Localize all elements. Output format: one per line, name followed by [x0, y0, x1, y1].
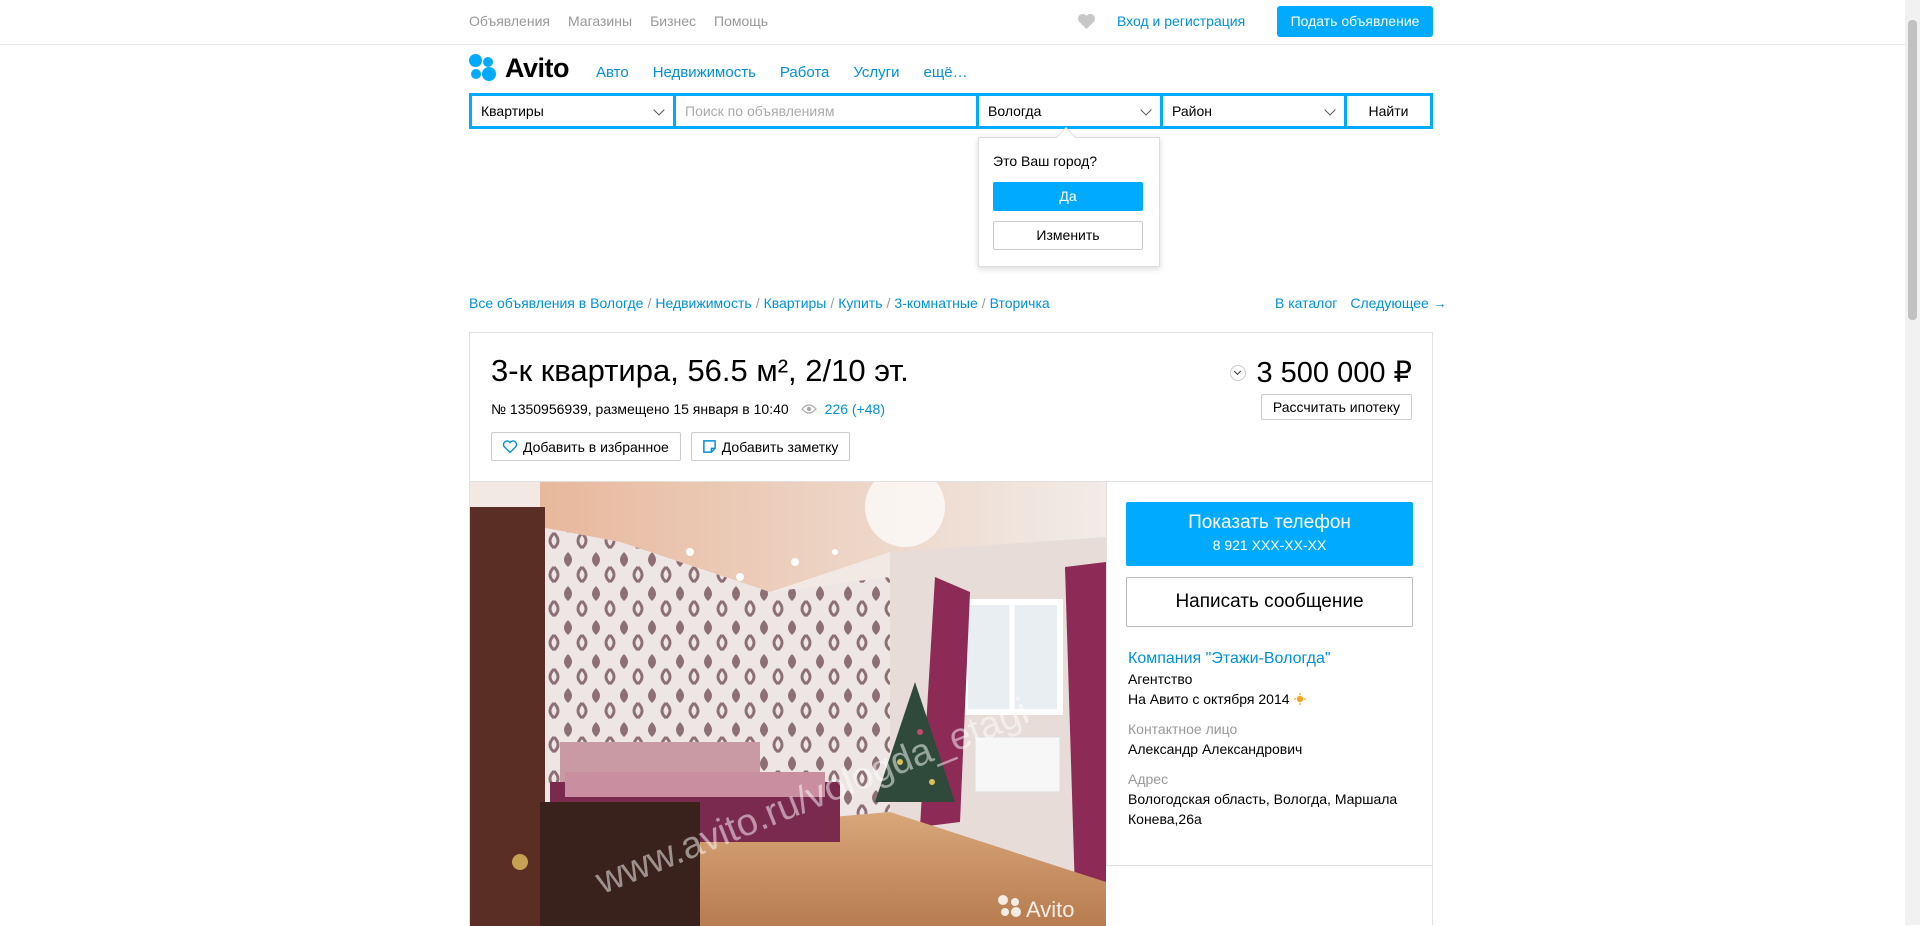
phone-mask: 8 921 XXX-XX-XX — [1212, 537, 1327, 553]
address-label: Адрес — [1128, 771, 1169, 787]
breadcrumb-item[interactable]: Купить — [838, 295, 882, 311]
top-bar: Объявления Магазины Бизнес Помощь Вход и… — [0, 0, 1905, 45]
apartment-photo: www.avito.ru/vologda_etagi Avito — [470, 482, 1106, 926]
breadcrumb-item[interactable]: Квартиры — [764, 295, 827, 311]
contact-sidebar: Показать телефон 8 921 XXX-XX-XX Написат… — [1106, 482, 1432, 866]
mortgage-calculator-button[interactable]: Рассчитать ипотеку — [1260, 394, 1412, 420]
add-note-label: Добавить заметку — [721, 438, 839, 455]
listing-meta: № 1350956939, размещено 15 января в 10:4… — [491, 401, 885, 417]
login-link[interactable]: Вход и регистрация — [1117, 13, 1245, 29]
contact-person-label: Контактное лицо — [1128, 721, 1238, 737]
menu-item-auto[interactable]: Авто — [596, 64, 629, 81]
breadcrumb-item[interactable]: 3-комнатные — [894, 295, 977, 311]
breadcrumb: Все объявления в Вологде / Недвижимость / Кв… — [469, 295, 1050, 311]
favorites-heart-icon[interactable] — [1077, 13, 1096, 30]
city-select-value: Вологда — [988, 103, 1042, 119]
address-line-2: Конева,26а — [1128, 811, 1202, 827]
city-confirm-question: Это Ваш город? — [993, 153, 1098, 169]
listing-actions: Добавить в избранное Добавить заметку — [491, 432, 851, 461]
breadcrumb-item[interactable]: Все объявления в Вологде — [469, 295, 643, 311]
address-line-1: Вологодская область, Вологда, Маршала — [1128, 791, 1398, 807]
add-to-favorites-button[interactable]: Добавить в избранное — [491, 432, 681, 461]
city-change-button[interactable]: Изменить — [993, 221, 1143, 250]
top-nav-shops[interactable]: Магазины — [568, 13, 632, 29]
sun-badge-icon — [1293, 693, 1306, 705]
top-nav-business[interactable]: Бизнес — [650, 13, 696, 29]
menu-item-realty[interactable]: Недвижимость — [653, 64, 756, 81]
search-input[interactable]: Поиск по объявлениям — [676, 96, 976, 126]
page-scrollbar[interactable] — [1905, 0, 1920, 925]
seller-type: Агентство — [1128, 671, 1193, 687]
top-nav-help[interactable]: Помощь — [714, 13, 768, 29]
seller-since-text: На Авито с октября 2014 — [1128, 691, 1290, 707]
chevron-down-icon — [653, 104, 665, 116]
post-ad-button[interactable]: Подать объявление — [1277, 6, 1433, 37]
top-nav-ads[interactable]: Объявления — [469, 13, 550, 29]
views-count[interactable]: 226 (+48) — [825, 401, 885, 417]
currency-select-icon[interactable] — [1230, 364, 1247, 381]
category-select-value: Квартиры — [481, 103, 544, 119]
district-select-value: Район — [1172, 103, 1212, 119]
breadcrumb-item[interactable]: Недвижимость — [655, 295, 751, 311]
price-value: 3 500 000 ₽ — [1256, 357, 1412, 389]
menu-item-services[interactable]: Услуги — [853, 64, 899, 81]
show-phone-button[interactable]: Показать телефон 8 921 XXX-XX-XX — [1126, 502, 1413, 566]
add-to-favorites-label: Добавить в избранное — [523, 438, 669, 455]
chevron-down-icon — [1324, 104, 1336, 116]
seller-company-link[interactable]: Компания "Этажи-Вологда" — [1128, 649, 1397, 669]
top-nav: Объявления Магазины Бизнес Помощь — [469, 13, 768, 29]
chevron-down-icon — [1140, 104, 1152, 116]
write-message-button[interactable]: Написать сообщение — [1126, 577, 1413, 627]
next-listing-link[interactable]: Следующее → — [1350, 295, 1446, 311]
avito-logo[interactable]: Avito — [469, 52, 570, 83]
heart-outline-icon — [502, 439, 518, 453]
category-select[interactable]: Квартиры — [472, 96, 673, 126]
add-note-button[interactable]: Добавить заметку — [690, 432, 851, 461]
contact-person-name: Александр Александрович — [1128, 741, 1303, 757]
seller-since: На Авито с октября 2014 — [1128, 689, 1397, 709]
listing-card: 3-к квартира, 56.5 м², 2/10 эт. № 135095… — [469, 332, 1433, 926]
find-button[interactable]: Найти — [1347, 96, 1430, 126]
note-icon — [702, 440, 716, 453]
scrollbar-thumb[interactable] — [1908, 20, 1917, 320]
listing-photo[interactable]: www.avito.ru/vologda_etagi Avito — [470, 482, 1106, 926]
eye-icon — [800, 404, 817, 414]
catalog-links: В каталог Следующее → — [1275, 295, 1447, 311]
menu-item-more[interactable]: ещё… — [924, 64, 968, 81]
city-confirm-popup: Это Ваш город? Да Изменить — [978, 137, 1160, 267]
city-select[interactable]: Вологда — [979, 96, 1160, 126]
search-bar: Квартиры Поиск по объявлениям Вологда Ра… — [469, 93, 1433, 129]
listing-number-date: № 1350956939, размещено 15 января в 10:4… — [491, 401, 789, 417]
district-select[interactable]: Район — [1163, 96, 1344, 126]
logo-text: Avito — [505, 52, 570, 83]
seller-info: Компания "Этажи-Вологда" Агентство На Ав… — [1128, 649, 1397, 829]
city-confirm-yes-button[interactable]: Да — [993, 182, 1143, 211]
menu-item-jobs[interactable]: Работа — [780, 64, 830, 81]
search-input-placeholder: Поиск по объявлениям — [685, 103, 835, 119]
logo-dots-icon — [469, 54, 501, 82]
back-to-catalog-link[interactable]: В каталог — [1275, 295, 1337, 311]
breadcrumb-item[interactable]: Вторичка — [990, 295, 1050, 311]
main-menu: Авто Недвижимость Работа Услуги ещё… — [596, 64, 968, 81]
photo-avito-logo: Avito — [1026, 897, 1075, 922]
show-phone-label: Показать телефон — [1188, 512, 1351, 533]
listing-price: 3 500 000 ₽ — [1230, 355, 1412, 390]
listing-title: 3-к квартира, 56.5 м², 2/10 эт. — [491, 353, 909, 388]
page: Объявления Магазины Бизнес Помощь Вход и… — [0, 0, 1920, 926]
